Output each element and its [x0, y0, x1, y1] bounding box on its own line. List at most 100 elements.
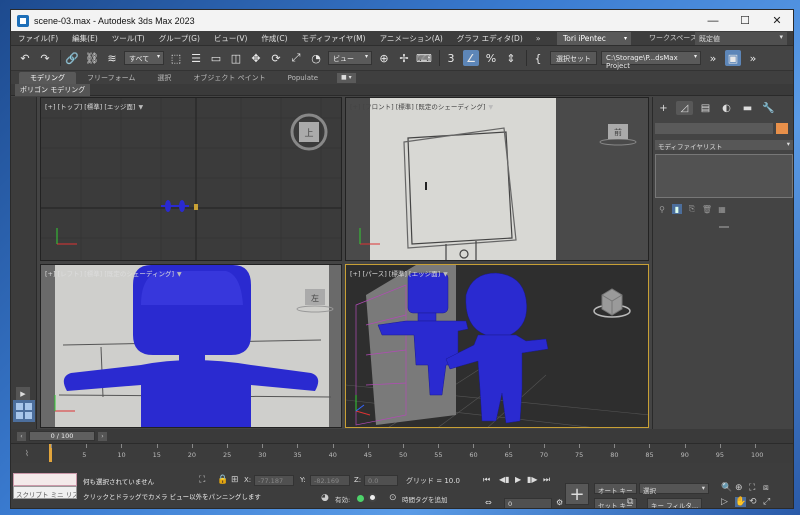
menu-animation[interactable]: アニメーション(A)	[373, 33, 450, 44]
toolbar-overflow-icon[interactable]: »	[745, 50, 761, 66]
viewcube[interactable]: 前	[598, 122, 638, 152]
filter-icon[interactable]: ▼	[177, 271, 182, 278]
viewport-top-label[interactable]: [+] [トップ] [標準] [エッジ面] ▼	[45, 101, 143, 111]
select-manipulate-icon[interactable]: ✢	[396, 50, 412, 66]
go-to-end-icon[interactable]: ⏭	[543, 475, 550, 485]
configure-sets-icon[interactable]: ▦	[717, 204, 727, 214]
go-to-start-icon[interactable]: ⏮	[483, 475, 490, 485]
modifier-stack[interactable]	[655, 154, 793, 198]
key-filters-button[interactable]: キー フィルタ...	[647, 498, 703, 508]
select-object-icon[interactable]: ⬚	[168, 50, 184, 66]
rect-selection-icon[interactable]: ▭	[208, 50, 224, 66]
menu-group[interactable]: グループ(G)	[152, 33, 207, 44]
prev-frame-button[interactable]: ‹	[17, 431, 26, 441]
tab-modeling[interactable]: モデリング	[19, 71, 76, 84]
select-by-name-icon[interactable]: ☰	[188, 50, 204, 66]
filter-icon[interactable]: ▼	[443, 271, 448, 278]
user-account-button[interactable]: Tori iPentec ▾	[557, 32, 631, 45]
pivot-center-icon[interactable]: ⊕	[376, 50, 392, 66]
place-icon[interactable]: ◔	[308, 50, 324, 66]
set-key-button[interactable]: +	[565, 483, 589, 505]
current-frame-field[interactable]: 0	[504, 498, 552, 508]
make-unique-icon[interactable]: ⎘	[687, 204, 697, 214]
maximize-viewport-icon[interactable]: ⤢	[763, 497, 770, 507]
menu-tools[interactable]: ツール(T)	[105, 33, 152, 44]
move-icon[interactable]: ✥	[248, 50, 264, 66]
angle-snap-icon[interactable]: ∠	[463, 50, 479, 66]
filter-icon[interactable]: ▼	[488, 104, 493, 111]
ribbon-toggle-button[interactable]: ■ ▾	[337, 72, 356, 83]
isolate-icon[interactable]: ⛶	[199, 475, 205, 485]
viewport-top[interactable]: [+] [トップ] [標準] [エッジ面] ▼ 上	[40, 97, 342, 261]
toolbar-more-icon[interactable]: »	[705, 50, 721, 66]
next-frame-button[interactable]: ›	[98, 431, 107, 441]
unlink-icon[interactable]: ⛓	[84, 50, 100, 66]
utilities-tab-icon[interactable]: 🔧	[760, 101, 777, 115]
object-name-field[interactable]	[655, 123, 773, 134]
zoom-icon[interactable]: 🔍	[721, 483, 732, 493]
play-icon[interactable]: ▶	[515, 475, 521, 484]
lock-selection-icon[interactable]: 🔒	[217, 475, 228, 485]
rotate-icon[interactable]: ⟳	[268, 50, 284, 66]
filter-icon[interactable]: ▼	[138, 104, 143, 111]
menu-graph-editors[interactable]: グラフ エディタ(D)	[450, 33, 530, 44]
prev-key-icon[interactable]: ◀▮	[499, 475, 510, 484]
add-time-tag-button[interactable]: 時間タグを追加	[402, 494, 448, 504]
object-color-swatch[interactable]	[776, 123, 788, 134]
enable-toggle[interactable]	[368, 493, 377, 502]
bind-space-warp-icon[interactable]: ≋	[104, 50, 120, 66]
zoom-extents-all-icon[interactable]: ⧈	[763, 483, 769, 493]
render-setup-icon[interactable]: ▣	[725, 50, 741, 66]
auto-key-button[interactable]: オート キー	[594, 483, 637, 495]
viewport-front-label[interactable]: [+] [フロント] [標準] [既定のシェーディング] ▼	[350, 101, 493, 111]
undo-icon[interactable]: ↶	[17, 50, 33, 66]
viewport-left-label[interactable]: [+] [レフト] [標準] [既定のシェーディング] ▼	[45, 268, 182, 278]
viewcube[interactable]: 左	[295, 287, 335, 317]
motion-tab-icon[interactable]: ◐	[718, 101, 735, 115]
viewport-layout-button[interactable]	[13, 400, 35, 422]
viewport-perspective[interactable]: [+] [パース] [標準] [エッジ面] ▼	[345, 264, 649, 428]
modifier-list-select[interactable]: モディファイヤリスト	[655, 140, 793, 151]
timeline-ruler[interactable]: ⌇ 5 10 15 20 25 30 35 40 45 50 55 60 65 70 75 80 85 90 95 1…	[11, 443, 793, 463]
default-in-out-icon[interactable]: ⧉	[627, 497, 633, 507]
close-button[interactable]: ✕	[761, 10, 793, 31]
menu-edit[interactable]: 編集(E)	[65, 33, 105, 44]
keyboard-shortcut-icon[interactable]: ⌨	[416, 50, 432, 66]
adaptive-degradation-icon[interactable]: ◕	[321, 493, 329, 503]
reference-coord-select[interactable]: ビュー	[328, 51, 372, 65]
scale-icon[interactable]: ⤢	[288, 50, 304, 66]
viewport-front[interactable]: [+] [フロント] [標準] [既定のシェーディング] ▼ 前	[345, 97, 649, 261]
polygon-modeling-tab[interactable]: ポリゴン モデリング	[15, 84, 91, 96]
viewport-perspective-label[interactable]: [+] [パース] [標準] [エッジ面] ▼	[350, 268, 448, 278]
show-end-result-icon[interactable]: ▮	[672, 204, 682, 214]
snap-3d-icon[interactable]: 3	[443, 50, 459, 66]
remove-modifier-icon[interactable]: 🗑	[702, 204, 712, 214]
key-mode-icon[interactable]: ⇔	[485, 498, 492, 507]
modify-tab-icon[interactable]: ◿	[676, 101, 693, 115]
maximize-button[interactable]: ☐	[729, 10, 761, 31]
workspace-select[interactable]: 既定値	[695, 32, 787, 45]
menu-more-button[interactable]: »	[530, 34, 547, 43]
orbit-icon[interactable]: ⟲	[749, 497, 757, 507]
pan-view-icon[interactable]: ✋	[735, 497, 747, 507]
zoom-extents-icon[interactable]: ⛶	[749, 483, 755, 493]
menu-create[interactable]: 作成(C)	[254, 33, 294, 44]
maxscript-listener[interactable]: スクリプト ミニ リス	[13, 473, 77, 499]
fov-icon[interactable]: ▷	[721, 497, 728, 507]
window-crossing-icon[interactable]: ◫	[228, 50, 244, 66]
z-coord-field[interactable]: 0.0	[364, 475, 398, 486]
minimize-button[interactable]: —	[697, 10, 729, 31]
maxscript-input[interactable]	[13, 473, 77, 486]
pin-stack-icon[interactable]: ⚲	[657, 204, 667, 214]
hierarchy-tab-icon[interactable]: ▤	[697, 101, 714, 115]
absolute-mode-icon[interactable]: ⊞	[231, 475, 239, 485]
tab-object-paint[interactable]: オブジェクト ペイント	[182, 72, 276, 84]
tab-populate[interactable]: Populate	[277, 72, 329, 84]
selection-filter-select[interactable]: すべて	[124, 51, 164, 65]
time-tag-icon[interactable]: ⊙	[389, 493, 397, 503]
viewcube[interactable]	[590, 283, 634, 323]
viewcube[interactable]: 上	[289, 112, 329, 152]
curve-editor-icon[interactable]: ⌇	[25, 449, 29, 458]
expand-panel-button[interactable]: ▶	[16, 387, 30, 400]
link-icon[interactable]: 🔗	[64, 50, 80, 66]
